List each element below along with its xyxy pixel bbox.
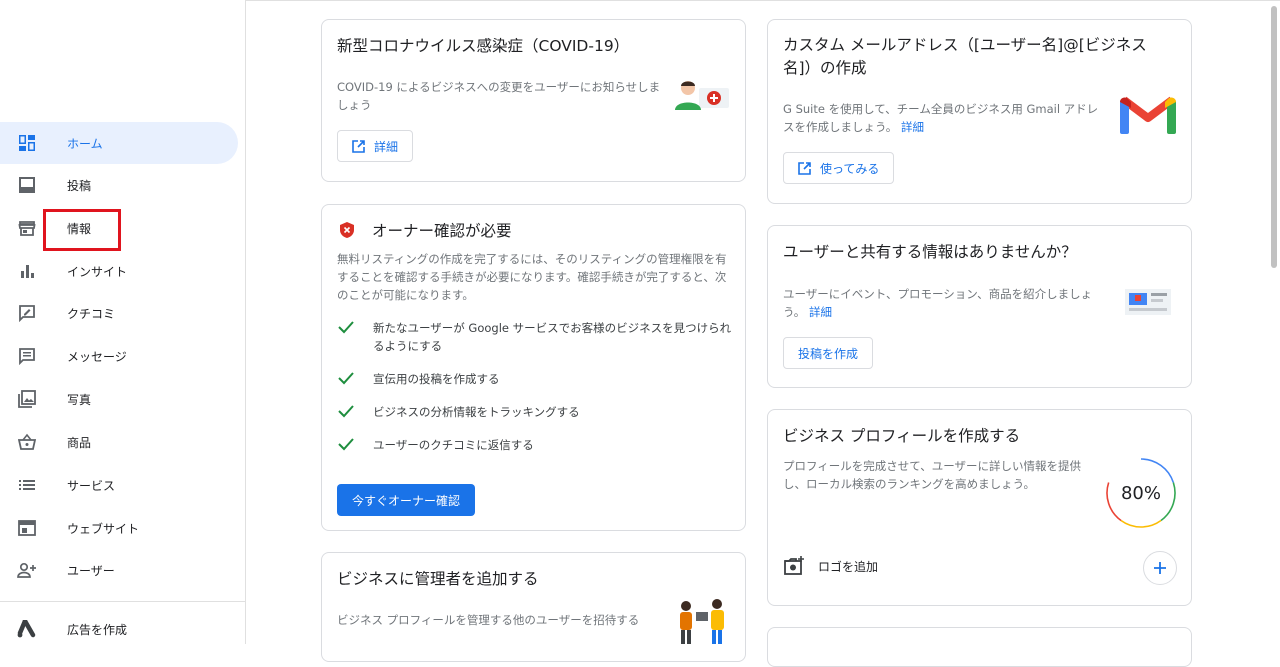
- try-it-button[interactable]: 使ってみる: [783, 152, 895, 184]
- post-icon: [17, 175, 37, 195]
- verify-now-button[interactable]: 今すぐオーナー確認: [337, 484, 476, 516]
- progress-percent: 80%: [1120, 482, 1161, 504]
- create-post-button[interactable]: 投稿を作成: [783, 337, 874, 369]
- card-description: COVID-19 によるビジネスへの変更をユーザーにお知らせしましょう: [337, 80, 661, 112]
- check-text: 新たなユーザーが Google サービスでお客様のビジネスを見つけられるようにす…: [373, 321, 732, 353]
- bar-chart-icon: [17, 261, 37, 281]
- check-item: ビジネスの分析情報をトラッキングする: [338, 403, 733, 422]
- check-item: ユーザーのクチコミに返信する: [338, 436, 733, 455]
- card-title: オーナー確認が必要: [372, 222, 512, 240]
- card-description: 無料リスティングの作成を完了するには、そのリスティングの管理権限を有することを確…: [337, 252, 727, 302]
- button-label: 使ってみる: [820, 161, 880, 176]
- sidebar-item-services[interactable]: サービス: [0, 464, 238, 506]
- owner-verification-card: オーナー確認が必要 無料リスティングの作成を完了するには、そのリスティングの管理…: [321, 204, 746, 531]
- covid-details-button[interactable]: 詳細: [337, 130, 414, 162]
- basket-icon: [17, 432, 37, 452]
- sidebar-item-products[interactable]: 商品: [0, 421, 238, 463]
- check-icon: [338, 370, 356, 389]
- sidebar-item-home[interactable]: ホーム: [0, 122, 238, 164]
- covid-illustration: [672, 74, 732, 118]
- card-title: 新型コロナウイルス感染症（COVID-19）: [337, 37, 630, 55]
- post-illustration: [1123, 283, 1173, 323]
- sidebar-divider: [0, 601, 246, 602]
- sidebar-item-users[interactable]: ユーザー: [0, 549, 238, 591]
- highlight-annotation-box: [43, 209, 121, 251]
- check-item: 新たなユーザーが Google サービスでお客様のビジネスを見つけられるようにす…: [338, 319, 733, 355]
- check-icon: [338, 319, 356, 355]
- sidebar: ホーム 投稿 情報 インサイト クチコミ メッセージ 写真 商品 サービス ウェ…: [0, 0, 246, 644]
- profile-progress-ring: 80%: [1105, 457, 1177, 529]
- task-label: ロゴを追加: [818, 560, 879, 574]
- card-title: ユーザーと共有する情報はありませんか？: [783, 243, 1077, 261]
- sidebar-item-label: 写真: [67, 392, 92, 407]
- card-description: ユーザーにイベント、プロモーション、商品を紹介しましょう。 詳細: [783, 285, 1108, 321]
- sidebar-item-label: 広告を作成: [67, 622, 128, 637]
- description-text: G Suite を使用して、チーム全員のビジネス用 Gmail アドレスを作成し…: [783, 102, 1099, 134]
- custom-email-card: カスタム メールアドレス（[ユーザー名]@[ビジネス名]）の作成 G Suite…: [767, 19, 1192, 204]
- add-user-icon: [17, 560, 37, 580]
- card-description: ビジネス プロフィールを管理する他のユーザーを招待する: [337, 613, 640, 627]
- card-title: ビジネスに管理者を追加する: [337, 570, 539, 588]
- sidebar-item-label: ホーム: [67, 136, 103, 151]
- sidebar-item-label: サービス: [67, 478, 116, 493]
- button-label: 詳細: [374, 139, 399, 154]
- check-text: ビジネスの分析情報をトラッキングする: [373, 405, 580, 419]
- card-title: カスタム メールアドレス（[ユーザー名]@[ビジネス名]）の作成: [783, 36, 1147, 77]
- card-description: プロフィールを完成させて、ユーザーに詳しい情報を提供し、ローカル検索のランキング…: [783, 459, 1081, 491]
- next-card: [767, 627, 1192, 667]
- review-icon: [17, 303, 37, 323]
- share-info-card: ユーザーと共有する情報はありませんか？ ユーザーにイベント、プロモーション、商品…: [767, 225, 1192, 388]
- check-text: ユーザーのクチコミに返信する: [373, 438, 534, 452]
- check-text: 宣伝用の投稿を作成する: [373, 372, 500, 386]
- managers-illustration: [672, 598, 732, 650]
- page-scrollbar[interactable]: [1271, 6, 1277, 268]
- add-manager-card: ビジネスに管理者を追加する ビジネス プロフィールを管理する他のユーザーを招待す…: [321, 552, 746, 662]
- google-ads-icon: [17, 619, 37, 639]
- sidebar-item-label: メッセージ: [67, 349, 127, 364]
- photo-icon: [17, 389, 37, 409]
- business-profile-card: ビジネス プロフィールを作成する プロフィールを完成させて、ユーザーに詳しい情報…: [767, 409, 1192, 606]
- check-icon: [338, 403, 356, 422]
- sidebar-item-insights[interactable]: インサイト: [0, 250, 238, 292]
- shield-alert-icon: [339, 221, 355, 243]
- dashboard-icon: [17, 133, 37, 153]
- store-icon: [17, 218, 37, 238]
- add-logo-button[interactable]: [1143, 551, 1177, 585]
- check-icon: [338, 436, 356, 455]
- card-title: ビジネス プロフィールを作成する: [783, 427, 1021, 445]
- external-link-icon: [352, 139, 365, 153]
- sidebar-item-label: ウェブサイト: [67, 521, 140, 536]
- card-description: G Suite を使用して、チーム全員のビジネス用 Gmail アドレスを作成し…: [783, 100, 1103, 136]
- sidebar-item-website[interactable]: ウェブサイト: [0, 507, 238, 549]
- add-photo-icon: [783, 556, 805, 580]
- sidebar-item-posts[interactable]: 投稿: [0, 164, 238, 206]
- sidebar-item-photos[interactable]: 写真: [0, 378, 238, 420]
- sidebar-item-label: ユーザー: [67, 563, 115, 578]
- sidebar-item-messages[interactable]: メッセージ: [0, 335, 238, 377]
- external-link-icon: [798, 161, 811, 175]
- website-icon: [17, 518, 37, 538]
- list-icon: [17, 475, 37, 495]
- covid-card: 新型コロナウイルス感染症（COVID-19） COVID-19 によるビジネスへ…: [321, 19, 746, 182]
- sidebar-item-label: インサイト: [67, 264, 128, 279]
- sidebar-item-label: 商品: [67, 435, 92, 450]
- sidebar-item-reviews[interactable]: クチコミ: [0, 292, 238, 334]
- gmail-logo-icon: [1120, 94, 1176, 142]
- details-link[interactable]: 詳細: [809, 305, 832, 319]
- message-icon: [17, 346, 37, 366]
- check-item: 宣伝用の投稿を作成する: [338, 370, 733, 389]
- plus-icon: [1154, 562, 1166, 574]
- sidebar-item-label: クチコミ: [67, 306, 116, 321]
- details-link[interactable]: 詳細: [901, 120, 924, 134]
- sidebar-item-label: 投稿: [67, 178, 92, 193]
